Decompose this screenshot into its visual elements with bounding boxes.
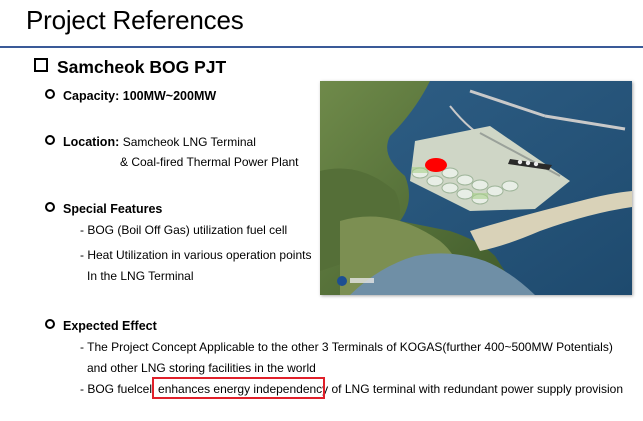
terminal-aerial-image bbox=[320, 81, 632, 295]
circle-bullet-icon bbox=[45, 319, 55, 329]
terminal-aerial-illustration bbox=[320, 81, 632, 295]
expected-line3-pre: - BOG fuelcell bbox=[80, 382, 159, 396]
expected-effect-label: Expected Effect bbox=[63, 319, 157, 333]
expected-line3-post: of LNG terminal with redundant power sup… bbox=[328, 382, 624, 396]
special-line2: - Heat Utilization in various operation … bbox=[80, 248, 312, 262]
circle-bullet-icon bbox=[45, 89, 55, 99]
fuel-cell-site-marker bbox=[425, 158, 447, 172]
section-heading: Samcheok BOG PJT bbox=[34, 57, 226, 78]
special-line3: In the LNG Terminal bbox=[87, 269, 194, 283]
checkbox-square-icon bbox=[34, 58, 48, 72]
special-features-label: Special Features bbox=[63, 202, 163, 216]
expected-line1: - The Project Concept Applicable to the … bbox=[80, 340, 613, 354]
page-title: Project References bbox=[26, 5, 244, 35]
location-line2: & Coal-fired Thermal Power Plant bbox=[120, 155, 299, 169]
special-features-item: Special Features bbox=[45, 202, 162, 216]
capacity-item: Capacity: 100MW~200MW bbox=[45, 89, 216, 103]
capacity-label: Capacity: 100MW~200MW bbox=[63, 89, 217, 103]
section-heading-text: Samcheok BOG PJT bbox=[57, 57, 227, 77]
location-line1: Samcheok LNG Terminal bbox=[122, 135, 256, 149]
location-item: Location: Samcheok LNG Terminal bbox=[45, 135, 256, 149]
expected-line2: and other LNG storing facilities in the … bbox=[87, 361, 316, 375]
circle-bullet-icon bbox=[45, 202, 55, 212]
location-label: Location: bbox=[63, 135, 120, 149]
title-divider bbox=[0, 46, 643, 48]
highlight-box bbox=[152, 377, 325, 399]
expected-effect-item: Expected Effect bbox=[45, 319, 157, 333]
circle-bullet-icon bbox=[45, 135, 55, 145]
special-line1: - BOG (Boil Off Gas) utilization fuel ce… bbox=[80, 223, 288, 237]
kogas-logo-icon bbox=[337, 276, 347, 286]
